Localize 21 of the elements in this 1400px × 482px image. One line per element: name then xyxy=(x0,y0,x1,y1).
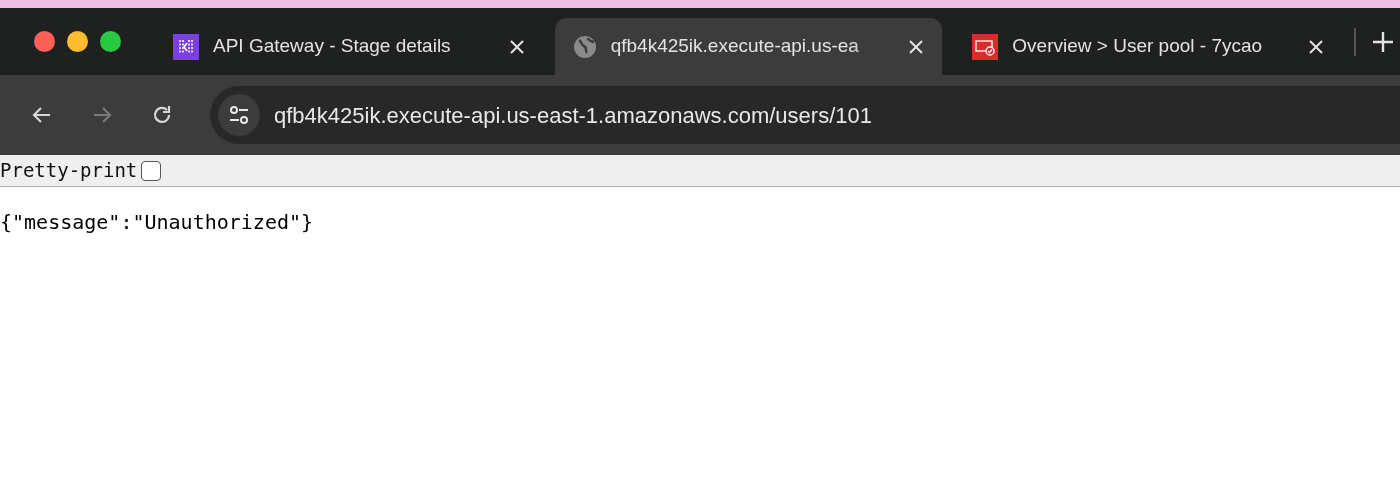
id-card-icon xyxy=(972,33,999,60)
close-icon[interactable] xyxy=(1308,38,1324,55)
zoom-window-button[interactable] xyxy=(100,31,121,52)
close-window-button[interactable] xyxy=(34,31,55,52)
close-icon[interactable] xyxy=(508,38,525,55)
browser-tab[interactable]: qfb4k425ik.execute-api.us-ea xyxy=(554,18,943,75)
new-tab-icon[interactable] xyxy=(1372,30,1394,53)
pretty-print-label: Pretty-print xyxy=(0,158,138,184)
gateway-icon xyxy=(173,33,199,60)
browser-tab[interactable]: Overview > User pool - 7ycao xyxy=(954,18,1342,75)
tab-title: API Gateway - Stage details xyxy=(213,34,452,59)
minimize-window-button[interactable] xyxy=(67,31,88,52)
close-icon[interactable] xyxy=(908,38,925,55)
pretty-print-checkbox[interactable] xyxy=(141,160,162,181)
address-bar[interactable]: qfb4k425ik.execute-api.us-east-1.amazonaws.com/users/101 xyxy=(210,86,1400,144)
tab-title: Overview > User pool - 7ycao xyxy=(1012,34,1264,59)
tab-title: qfb4k425ik.execute-api.us-ea xyxy=(610,34,860,59)
browser-tab[interactable]: API Gateway - Stage details xyxy=(155,18,543,75)
site-settings-icon[interactable] xyxy=(228,104,250,126)
globe-icon xyxy=(572,34,597,59)
json-response-text: {"message":"Unauthorized"} xyxy=(0,209,315,236)
